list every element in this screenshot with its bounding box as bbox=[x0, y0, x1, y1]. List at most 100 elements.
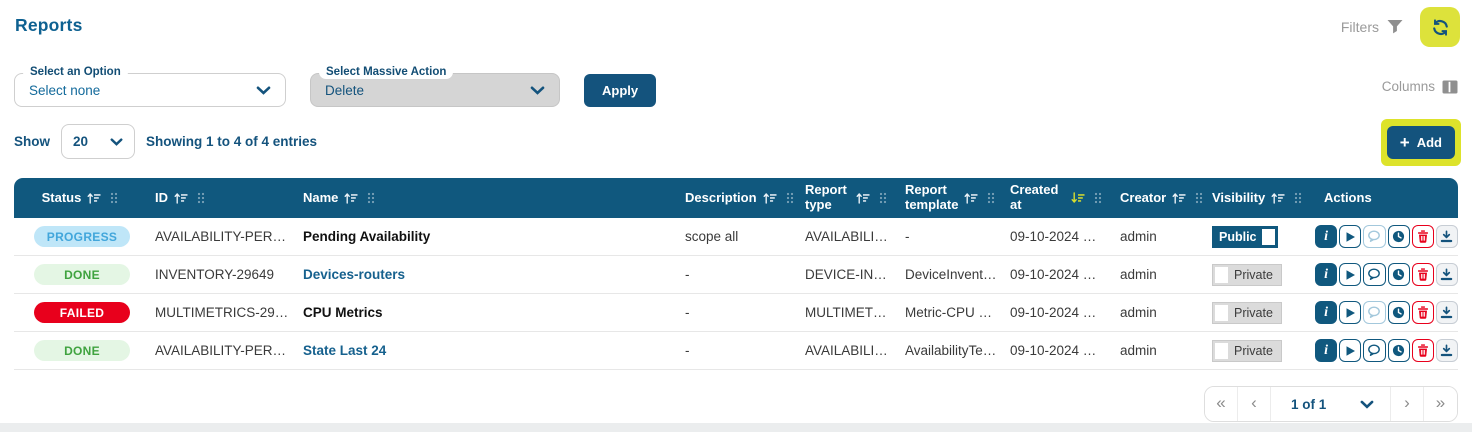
creator: admin bbox=[1106, 267, 1198, 282]
schedule-icon[interactable] bbox=[1388, 225, 1410, 248]
report-name-link[interactable]: Devices-routers bbox=[303, 267, 405, 282]
pagination: « ‹ 1 of 1 › » bbox=[1204, 386, 1458, 422]
download-icon[interactable] bbox=[1436, 225, 1458, 248]
comments-icon[interactable] bbox=[1363, 339, 1385, 362]
comments-icon[interactable] bbox=[1363, 263, 1385, 286]
run-report-icon[interactable] bbox=[1339, 339, 1361, 362]
download-icon[interactable] bbox=[1436, 339, 1458, 362]
schedule-icon[interactable] bbox=[1388, 301, 1410, 324]
table-header-row: Status ID Name Description Report type R… bbox=[14, 178, 1458, 218]
download-icon[interactable] bbox=[1436, 301, 1458, 324]
delete-icon[interactable] bbox=[1412, 301, 1434, 324]
sort-icon[interactable] bbox=[763, 192, 778, 204]
run-report-icon[interactable] bbox=[1339, 225, 1361, 248]
report-template: AvailabilityTe… bbox=[891, 343, 996, 358]
column-header-report-template: Report template bbox=[891, 183, 996, 213]
sort-icon[interactable] bbox=[1271, 192, 1286, 204]
option-select-label: Select an Option bbox=[23, 65, 128, 79]
report-description: - bbox=[671, 305, 791, 320]
sort-icon[interactable] bbox=[344, 192, 359, 204]
last-page-button[interactable]: » bbox=[1424, 387, 1457, 421]
visibility-toggle[interactable]: Public bbox=[1212, 226, 1278, 248]
report-name: Pending Availability bbox=[300, 229, 671, 244]
info-icon[interactable]: i bbox=[1315, 225, 1337, 248]
visibility-toggle[interactable]: Private bbox=[1212, 302, 1282, 324]
sort-icon[interactable] bbox=[174, 192, 189, 204]
report-description: - bbox=[671, 343, 791, 358]
run-report-icon[interactable] bbox=[1339, 301, 1361, 324]
prev-page-button[interactable]: ‹ bbox=[1238, 387, 1271, 421]
filter-controls: Select an Option Select none Select Mass… bbox=[14, 73, 656, 107]
column-drag-handle-icon[interactable] bbox=[110, 192, 118, 204]
comments-icon[interactable] bbox=[1363, 225, 1385, 248]
delete-icon[interactable] bbox=[1412, 263, 1434, 286]
apply-button[interactable]: Apply bbox=[584, 74, 656, 107]
filters-button[interactable]: Filters bbox=[1341, 19, 1404, 35]
first-page-button[interactable]: « bbox=[1205, 387, 1238, 421]
sort-active-desc-icon[interactable] bbox=[1071, 192, 1086, 204]
report-type: AVAILABILI… bbox=[791, 343, 891, 358]
sort-icon[interactable] bbox=[964, 192, 979, 204]
column-drag-handle-icon[interactable] bbox=[197, 192, 205, 204]
toggle-knob bbox=[1215, 267, 1228, 283]
showing-entries-text: Showing 1 to 4 of 4 entries bbox=[146, 134, 317, 149]
download-icon[interactable] bbox=[1436, 263, 1458, 286]
report-type: MULTIMET… bbox=[791, 305, 891, 320]
column-header-created-at: Created at bbox=[996, 183, 1106, 213]
option-select-value: Select none bbox=[29, 83, 100, 98]
report-name-link[interactable]: State Last 24 bbox=[303, 343, 386, 358]
massive-action-select[interactable]: Select Massive Action Delete bbox=[310, 73, 560, 107]
next-page-button[interactable]: › bbox=[1391, 387, 1424, 421]
sort-icon[interactable] bbox=[87, 192, 102, 204]
toggle-knob bbox=[1262, 229, 1275, 245]
sort-icon[interactable] bbox=[856, 192, 871, 204]
schedule-icon[interactable] bbox=[1388, 339, 1410, 362]
column-header-status: Status bbox=[14, 191, 150, 206]
columns-button[interactable]: Columns bbox=[1382, 79, 1458, 94]
add-button[interactable]: + Add bbox=[1387, 126, 1455, 159]
delete-icon[interactable] bbox=[1412, 225, 1434, 248]
table-row: DONE INVENTORY-29649 Devices-routers - D… bbox=[14, 256, 1458, 294]
column-drag-handle-icon[interactable] bbox=[879, 192, 887, 204]
filter-funnel-icon bbox=[1386, 19, 1404, 35]
refresh-icon bbox=[1431, 18, 1450, 37]
status-badge: DONE bbox=[34, 264, 130, 285]
run-report-icon[interactable] bbox=[1339, 263, 1361, 286]
info-icon[interactable]: i bbox=[1315, 339, 1337, 362]
add-button-label: Add bbox=[1417, 135, 1442, 150]
column-header-report-type: Report type bbox=[791, 183, 891, 213]
columns-icon bbox=[1442, 80, 1458, 94]
sort-icon[interactable] bbox=[1172, 192, 1187, 204]
column-drag-handle-icon[interactable] bbox=[1294, 192, 1302, 204]
delete-icon[interactable] bbox=[1412, 339, 1434, 362]
chevron-down-icon bbox=[256, 86, 271, 95]
report-description: scope all bbox=[671, 229, 791, 244]
visibility-toggle[interactable]: Private bbox=[1212, 264, 1282, 286]
schedule-icon[interactable] bbox=[1388, 263, 1410, 286]
page-background-strip bbox=[0, 423, 1472, 432]
add-button-highlight: + Add bbox=[1381, 119, 1461, 166]
column-drag-handle-icon[interactable] bbox=[987, 192, 995, 204]
page-title: Reports bbox=[15, 15, 83, 36]
column-header-id: ID bbox=[150, 191, 300, 206]
massive-action-select-label: Select Massive Action bbox=[319, 65, 453, 79]
info-icon[interactable]: i bbox=[1315, 263, 1337, 286]
created-at: 09-10-2024 … bbox=[996, 267, 1106, 282]
refresh-button[interactable] bbox=[1420, 7, 1460, 47]
option-select[interactable]: Select an Option Select none bbox=[14, 73, 286, 107]
comments-icon[interactable] bbox=[1363, 301, 1385, 324]
report-type: DEVICE-IN… bbox=[791, 267, 891, 282]
column-drag-handle-icon[interactable] bbox=[1094, 192, 1102, 204]
column-header-creator: Creator bbox=[1106, 191, 1198, 206]
report-template: Metric-CPU … bbox=[891, 305, 996, 320]
visibility-toggle[interactable]: Private bbox=[1212, 340, 1282, 362]
reports-table: Status ID Name Description Report type R… bbox=[14, 178, 1458, 370]
column-header-visibility: Visibility bbox=[1198, 191, 1310, 206]
column-drag-handle-icon[interactable] bbox=[367, 192, 375, 204]
created-at: 09-10-2024 … bbox=[996, 305, 1106, 320]
info-icon[interactable]: i bbox=[1315, 301, 1337, 324]
creator: admin bbox=[1106, 305, 1198, 320]
page-select[interactable]: 1 of 1 bbox=[1271, 387, 1391, 421]
creator: admin bbox=[1106, 343, 1198, 358]
page-size-select[interactable]: 20 bbox=[61, 124, 135, 159]
